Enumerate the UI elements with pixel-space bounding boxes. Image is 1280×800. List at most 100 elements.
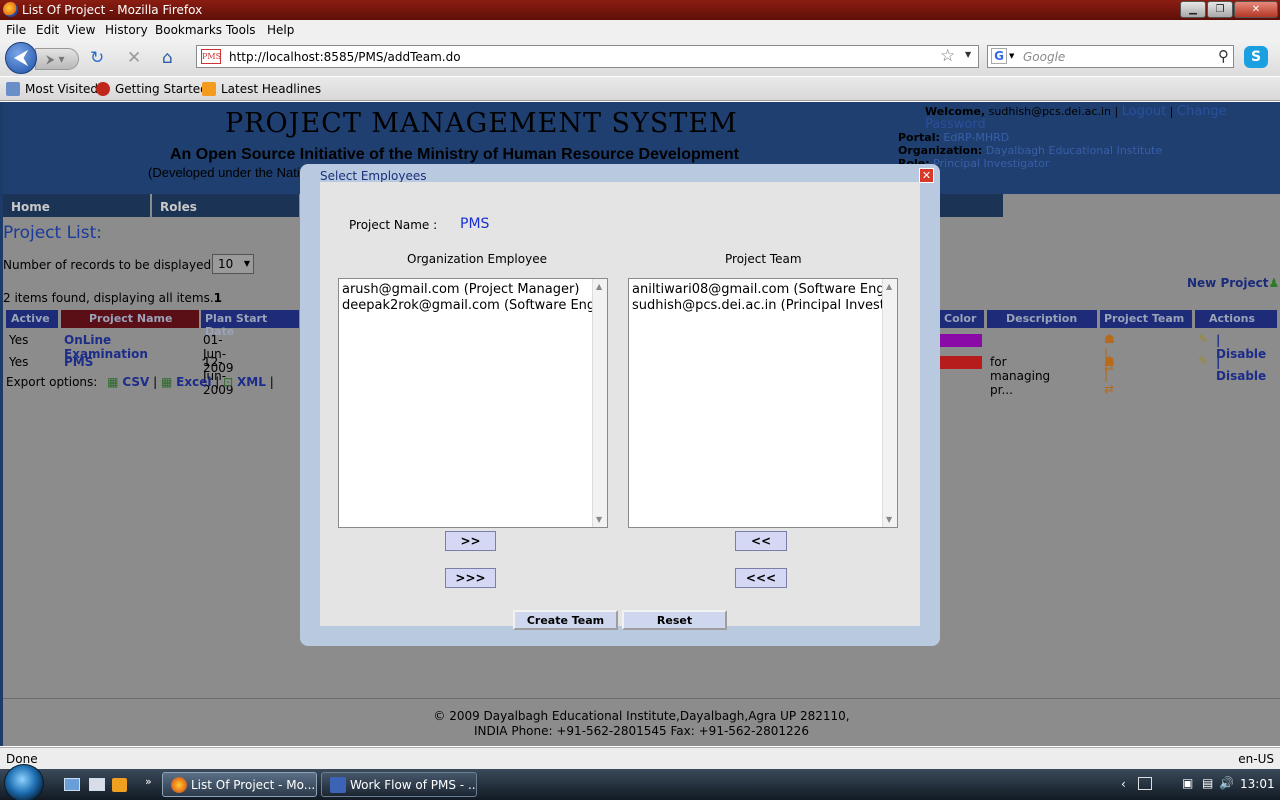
add-user-icon: ♟ [1268,276,1280,290]
remove-all-button[interactable]: <<< [735,568,787,588]
role-value: Principal Investigator [933,157,1050,170]
col-active[interactable]: Active [6,310,58,328]
back-button[interactable]: ⮜ [5,42,37,74]
show-desktop-icon[interactable] [64,778,80,791]
bookmark-most-visited[interactable]: Most Visited [6,82,98,96]
tray-app-icon[interactable] [1138,777,1152,790]
row2-project-name[interactable]: PMS [64,355,93,369]
row2-color-swatch [940,356,982,369]
forward-button[interactable]: ⮞ ▾ [35,48,79,70]
minimize-button[interactable]: ▁ [1180,1,1206,18]
col-project-name[interactable]: Project Name [61,310,199,328]
menu-bookmarks[interactable]: Bookmarks [155,23,222,37]
list-scrollbar[interactable]: ▲ ▼ [882,279,897,527]
row1-active: Yes [9,333,29,347]
items-found-text: 2 items found, displaying all items. [3,291,214,305]
window-controls: ▁ ❐ ✕ [1180,1,1278,18]
menu-help[interactable]: Help [267,23,294,37]
nav-home[interactable]: Home [3,194,152,217]
task-label: Work Flow of PMS - ... [350,778,477,792]
records-value: 10 [218,257,234,271]
export-csv[interactable]: CSV [122,375,149,389]
records-label: Number of records to be displayed: [3,258,216,272]
site-footer: © 2009 Dayalbagh Educational Institute,D… [3,698,1280,739]
org-employee-heading: Organization Employee [407,252,547,266]
add-selected-button[interactable]: >> [445,531,496,551]
stop-icon[interactable]: ✕ [127,49,141,67]
remove-selected-button[interactable]: << [735,531,787,551]
org-value: Dayalbagh Educational Institute [985,144,1163,157]
volume-icon[interactable]: 🔊 [1219,776,1234,790]
menu-file[interactable]: File [6,23,26,37]
menu-tools[interactable]: Tools [226,23,256,37]
page-number[interactable]: 1 [214,291,222,305]
new-project-link[interactable]: New Project♟ [1187,276,1279,290]
list-item[interactable]: sudhish@pcs.dei.ac.in (Principal Investi… [632,298,897,313]
menu-edit[interactable]: Edit [36,23,59,37]
row2-team-icon[interactable]: ☗ | ⇄ [1104,354,1115,396]
row1-edit-icon[interactable]: ✎ [1198,332,1208,346]
engine-dropdown-icon[interactable]: ▼ [1009,52,1014,60]
search-bar[interactable]: G ▼ Google ⚲ [987,45,1234,68]
records-select[interactable]: 10 ▼ [212,254,254,274]
list-item[interactable]: arush@gmail.com (Project Manager) [342,282,579,297]
system-tray: ‹ ▣ ▤ 🔊 13:01 [1116,769,1280,800]
start-button[interactable] [4,764,44,800]
row2-edit-icon[interactable]: ✎ [1198,354,1208,368]
close-window-button[interactable]: ✕ [1234,1,1278,18]
search-placeholder[interactable]: Google [1023,50,1065,64]
getting-started-icon [96,82,110,96]
close-dialog-icon[interactable]: ✕ [919,168,934,183]
url-text[interactable]: http://localhost:8585/PMS/addTeam.do [229,50,461,64]
quick-launch-more-icon[interactable]: » [145,775,152,788]
menu-view[interactable]: View [67,23,95,37]
scroll-down-icon[interactable]: ▼ [886,515,892,524]
window-switcher-icon[interactable] [89,778,105,791]
status-language: en-US [1238,752,1274,766]
nav-roles[interactable]: Roles [152,194,301,217]
export-excel[interactable]: Excel [176,375,211,389]
create-team-button[interactable]: Create Team [513,610,618,630]
scroll-up-icon[interactable]: ▲ [596,282,602,291]
org-employee-list[interactable]: arush@gmail.com (Project Manager) deepak… [338,278,608,528]
skype-icon[interactable]: S [1244,46,1268,68]
chevron-down-icon: ▼ [243,259,250,268]
scroll-up-icon[interactable]: ▲ [886,282,892,291]
maximize-button[interactable]: ❐ [1207,1,1233,18]
add-all-button[interactable]: >>> [445,568,496,588]
google-engine-icon[interactable]: G [991,48,1007,64]
col-project-team[interactable]: Project Team [1100,310,1192,328]
export-xml[interactable]: XML [237,375,266,389]
row2-disable-link[interactable]: | Disable [1216,355,1266,383]
url-bar[interactable]: PMS http://localhost:8585/PMS/addTeam.do… [196,45,979,68]
col-color[interactable]: Color [940,310,984,328]
task-firefox[interactable]: List Of Project - Mo... [162,772,317,797]
bookmark-latest-headlines[interactable]: Latest Headlines [202,82,321,96]
bookmark-star-icon[interactable]: ☆ [940,46,955,66]
search-icon[interactable]: ⚲ [1218,47,1229,65]
project-team-list[interactable]: aniltiwari08@gmail.com (Software Enginee… [628,278,898,528]
task-word[interactable]: Work Flow of PMS - ... [321,772,477,797]
clock[interactable]: 13:01 [1240,777,1275,791]
reload-icon[interactable]: ↻ [90,49,104,67]
media-player-icon[interactable] [112,778,127,792]
tray-network-icon[interactable]: ▣ [1182,776,1193,790]
col-plan-start[interactable]: Plan Start Date [201,310,299,338]
portal-label: Portal: [898,131,940,144]
tray-display-icon[interactable]: ▤ [1202,776,1213,790]
menu-history[interactable]: History [105,23,148,37]
home-icon[interactable]: ⌂ [162,49,173,67]
bookmark-label: Getting Started [115,82,208,96]
list-item[interactable]: deepak2rok@gmail.com (Software Engine [342,298,607,313]
xml-icon: ⊡ [223,375,234,389]
col-description[interactable]: Description [987,310,1097,328]
reset-button[interactable]: Reset [622,610,727,630]
logout-link[interactable]: Logout [1122,104,1167,119]
bookmark-getting-started[interactable]: Getting Started [96,82,208,96]
list-item[interactable]: aniltiwari08@gmail.com (Software Enginee [632,282,897,297]
list-scrollbar[interactable]: ▲ ▼ [592,279,607,527]
tray-expand-icon[interactable]: ‹ [1121,777,1126,791]
col-actions[interactable]: Actions [1195,310,1277,328]
scroll-down-icon[interactable]: ▼ [596,515,602,524]
url-dropdown-icon[interactable]: ▼ [965,50,971,59]
